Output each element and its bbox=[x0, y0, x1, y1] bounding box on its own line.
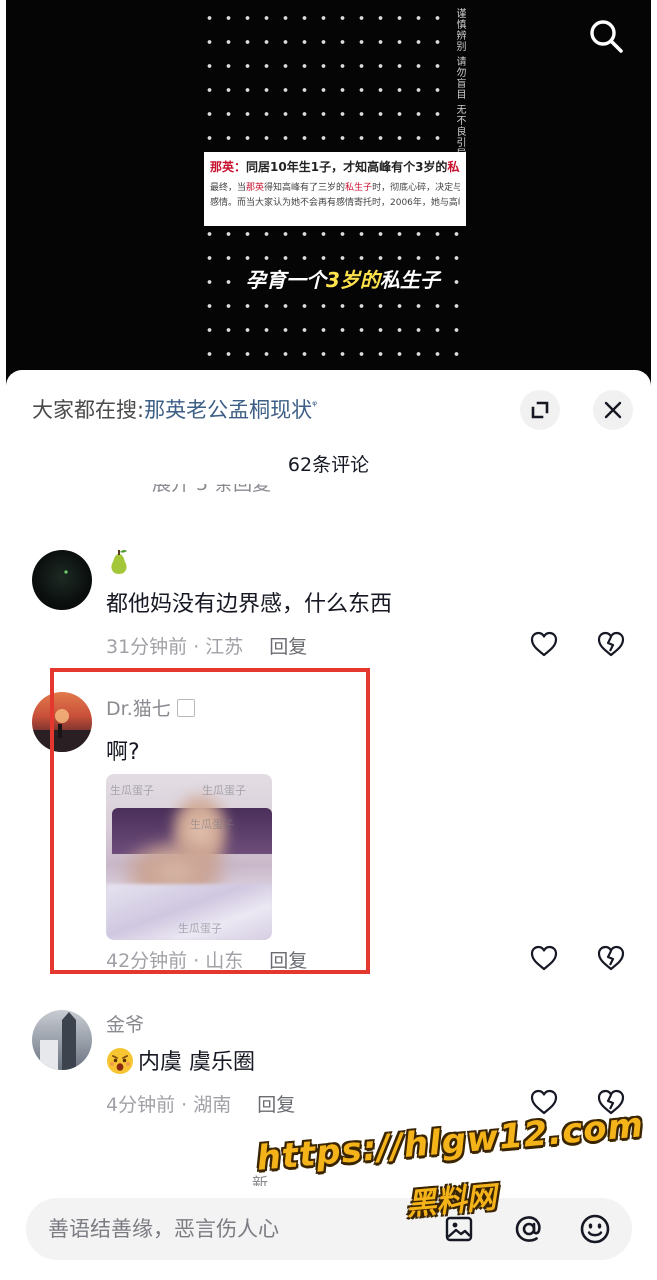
comment-meta: 4分钟前 · 湖南 回复 bbox=[106, 1090, 295, 1117]
hot-search-prefix: 大家都在搜: bbox=[32, 398, 145, 422]
pear-icon bbox=[111, 550, 127, 574]
comment-time-location: 31分钟前 · 江苏 bbox=[106, 636, 244, 658]
video-subtitle: 孕育一个3岁的私生子 bbox=[242, 262, 444, 295]
reply-button[interactable]: 回复 bbox=[257, 1094, 295, 1116]
news-card: 那英：同居10年生1子，才知高峰有个3岁的私生子 最终，当那英得知高峰有了三岁的… bbox=[204, 152, 466, 226]
like-icon[interactable] bbox=[528, 628, 560, 660]
comment-author[interactable]: 金爷 bbox=[106, 1010, 144, 1037]
expand-button[interactable] bbox=[520, 390, 560, 430]
comment-time-location: 4分钟前 · 湖南 bbox=[106, 1094, 232, 1116]
small-search-icon: ᵠ bbox=[312, 398, 318, 412]
close-button[interactable] bbox=[593, 390, 633, 430]
at-icon bbox=[515, 1216, 541, 1242]
search-icon bbox=[590, 20, 623, 53]
hot-search-link[interactable]: 大家都在搜:那英老公孟桐现状ᵠ bbox=[32, 394, 317, 424]
comment-meta: 31分钟前 · 江苏 回复 bbox=[106, 632, 307, 659]
dislike-icon[interactable] bbox=[594, 628, 628, 660]
highlight-box bbox=[50, 668, 370, 974]
emoji-button[interactable] bbox=[578, 1212, 612, 1246]
comment-input-bar bbox=[26, 1198, 632, 1260]
dislike-icon[interactable] bbox=[594, 942, 628, 974]
comment-count: 62条评论 bbox=[287, 454, 370, 476]
avatar[interactable] bbox=[32, 1010, 92, 1070]
astonished-face-icon bbox=[107, 1048, 133, 1074]
hot-search-keyword[interactable]: 那英老公孟桐现状 bbox=[144, 398, 312, 422]
news-card-body: 最终，当那英得知高峰有了三岁的私生子时，彻底心碎，决定与他 感情。而当大家认为她… bbox=[210, 183, 460, 208]
comment-input[interactable] bbox=[48, 1198, 428, 1260]
expand-icon bbox=[531, 401, 549, 419]
like-icon[interactable] bbox=[528, 942, 560, 974]
news-card-title: 那英：同居10年生1子，才知高峰有个3岁的私生子 bbox=[210, 160, 460, 174]
watermark-name: 黑料网 bbox=[404, 1180, 498, 1223]
close-icon bbox=[604, 401, 622, 419]
avatar-image bbox=[40, 1012, 76, 1070]
avatar[interactable] bbox=[32, 550, 92, 610]
mention-button[interactable] bbox=[512, 1212, 546, 1246]
video-frame[interactable]: 谨慎辨别 请勿盲目 无不良引导 那英：同居10年生1子，才知高峰有个3岁的私生子… bbox=[6, 0, 651, 400]
comment-text: 都他妈没有边界感，什么东西 bbox=[106, 592, 393, 617]
video-vertical-caption: 谨慎辨别 请勿盲目 无不良引导 bbox=[452, 6, 467, 162]
emoji-icon bbox=[580, 1214, 610, 1244]
search-button[interactable] bbox=[584, 14, 628, 58]
partial-expand-replies[interactable]: 展开 5 条回复 bbox=[152, 484, 271, 500]
screen: 谨慎辨别 请勿盲目 无不良引导 那英：同居10年生1子，才知高峰有个3岁的私生子… bbox=[0, 0, 657, 1280]
video-player[interactable]: 谨慎辨别 请勿盲目 无不良引导 那英：同居10年生1子，才知高峰有个3岁的私生子… bbox=[0, 0, 657, 400]
avatar-image bbox=[64, 570, 68, 574]
comment-text: 内虞 虞乐圈 bbox=[106, 1044, 255, 1076]
reply-button[interactable]: 回复 bbox=[269, 636, 307, 658]
